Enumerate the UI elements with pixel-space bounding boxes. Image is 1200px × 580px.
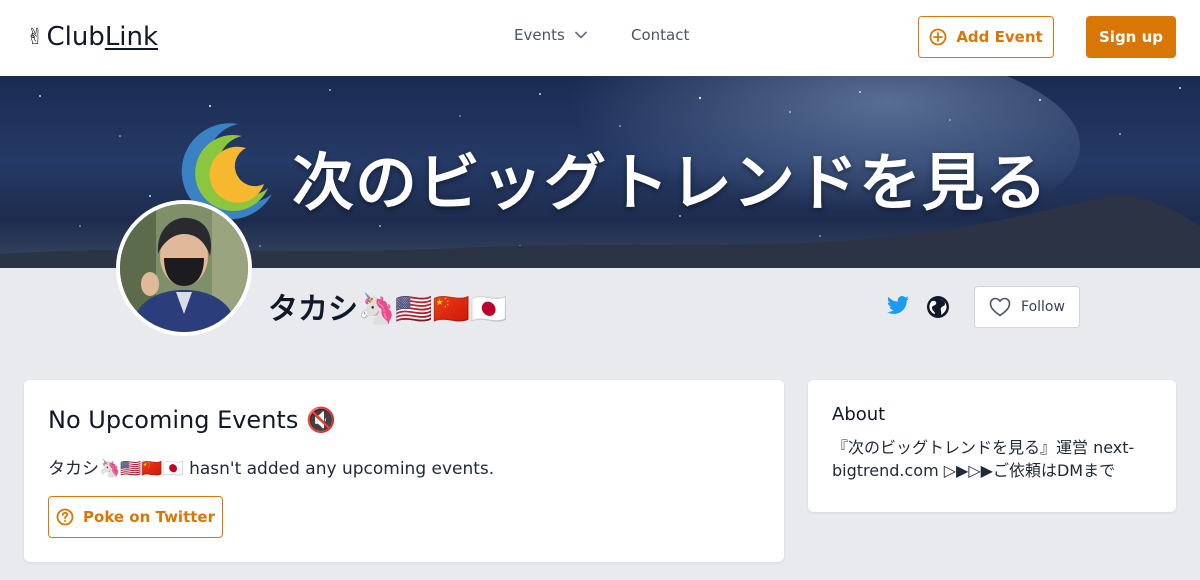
heart-icon	[989, 297, 1011, 317]
add-event-label: Add Event	[956, 28, 1043, 46]
nav-events-label: Events	[514, 26, 565, 44]
about-heading: About	[832, 404, 886, 425]
logo-text-club: Club	[46, 22, 105, 52]
top-navbar: ✌ Club Link Events Contact Add Event Sig…	[0, 0, 1200, 76]
follow-button[interactable]: Follow	[974, 286, 1080, 328]
signup-button[interactable]: Sign up	[1086, 16, 1176, 58]
globe-icon[interactable]	[926, 295, 950, 323]
twitter-icon[interactable]	[886, 295, 910, 321]
profile-avatar	[116, 200, 252, 336]
nav-contact-link[interactable]: Contact	[631, 26, 689, 44]
banner-title: 次のビッグトレンドを見る	[292, 146, 1049, 219]
poke-label: Poke on Twitter	[83, 508, 215, 526]
nav-events-dropdown[interactable]: Events	[514, 26, 587, 44]
about-card: About 『次のビッグトレンドを見る』運営 next-bigtrend.com…	[808, 380, 1176, 512]
question-circle-icon	[56, 508, 74, 526]
add-event-button[interactable]: Add Event	[918, 16, 1054, 58]
profile-name: タカシ🦄🇺🇸🇨🇳🇯🇵	[268, 292, 508, 327]
upcoming-events-card: No Upcoming Events 🔇 タカシ🦄🇺🇸🇨🇳🇯🇵 hasn't a…	[24, 380, 784, 562]
victory-hand-icon: ✌	[26, 24, 45, 50]
about-text: 『次のビッグトレンドを見る』運営 next-bigtrend.com ▷▶▷▶ご…	[832, 438, 1135, 480]
chevron-down-icon	[574, 31, 587, 39]
poke-on-twitter-button[interactable]: Poke on Twitter	[48, 496, 223, 538]
no-events-message: タカシ🦄🇺🇸🇨🇳🇯🇵 hasn't added any upcoming eve…	[48, 459, 495, 479]
logo-text-link: Link	[104, 22, 159, 52]
avatar-photo	[120, 204, 248, 332]
upcoming-events-heading: No Upcoming Events 🔇	[48, 406, 336, 434]
plus-circle-icon	[929, 28, 947, 46]
clublink-logo[interactable]: ✌ Club Link	[26, 22, 158, 52]
follow-label: Follow	[1021, 299, 1065, 315]
